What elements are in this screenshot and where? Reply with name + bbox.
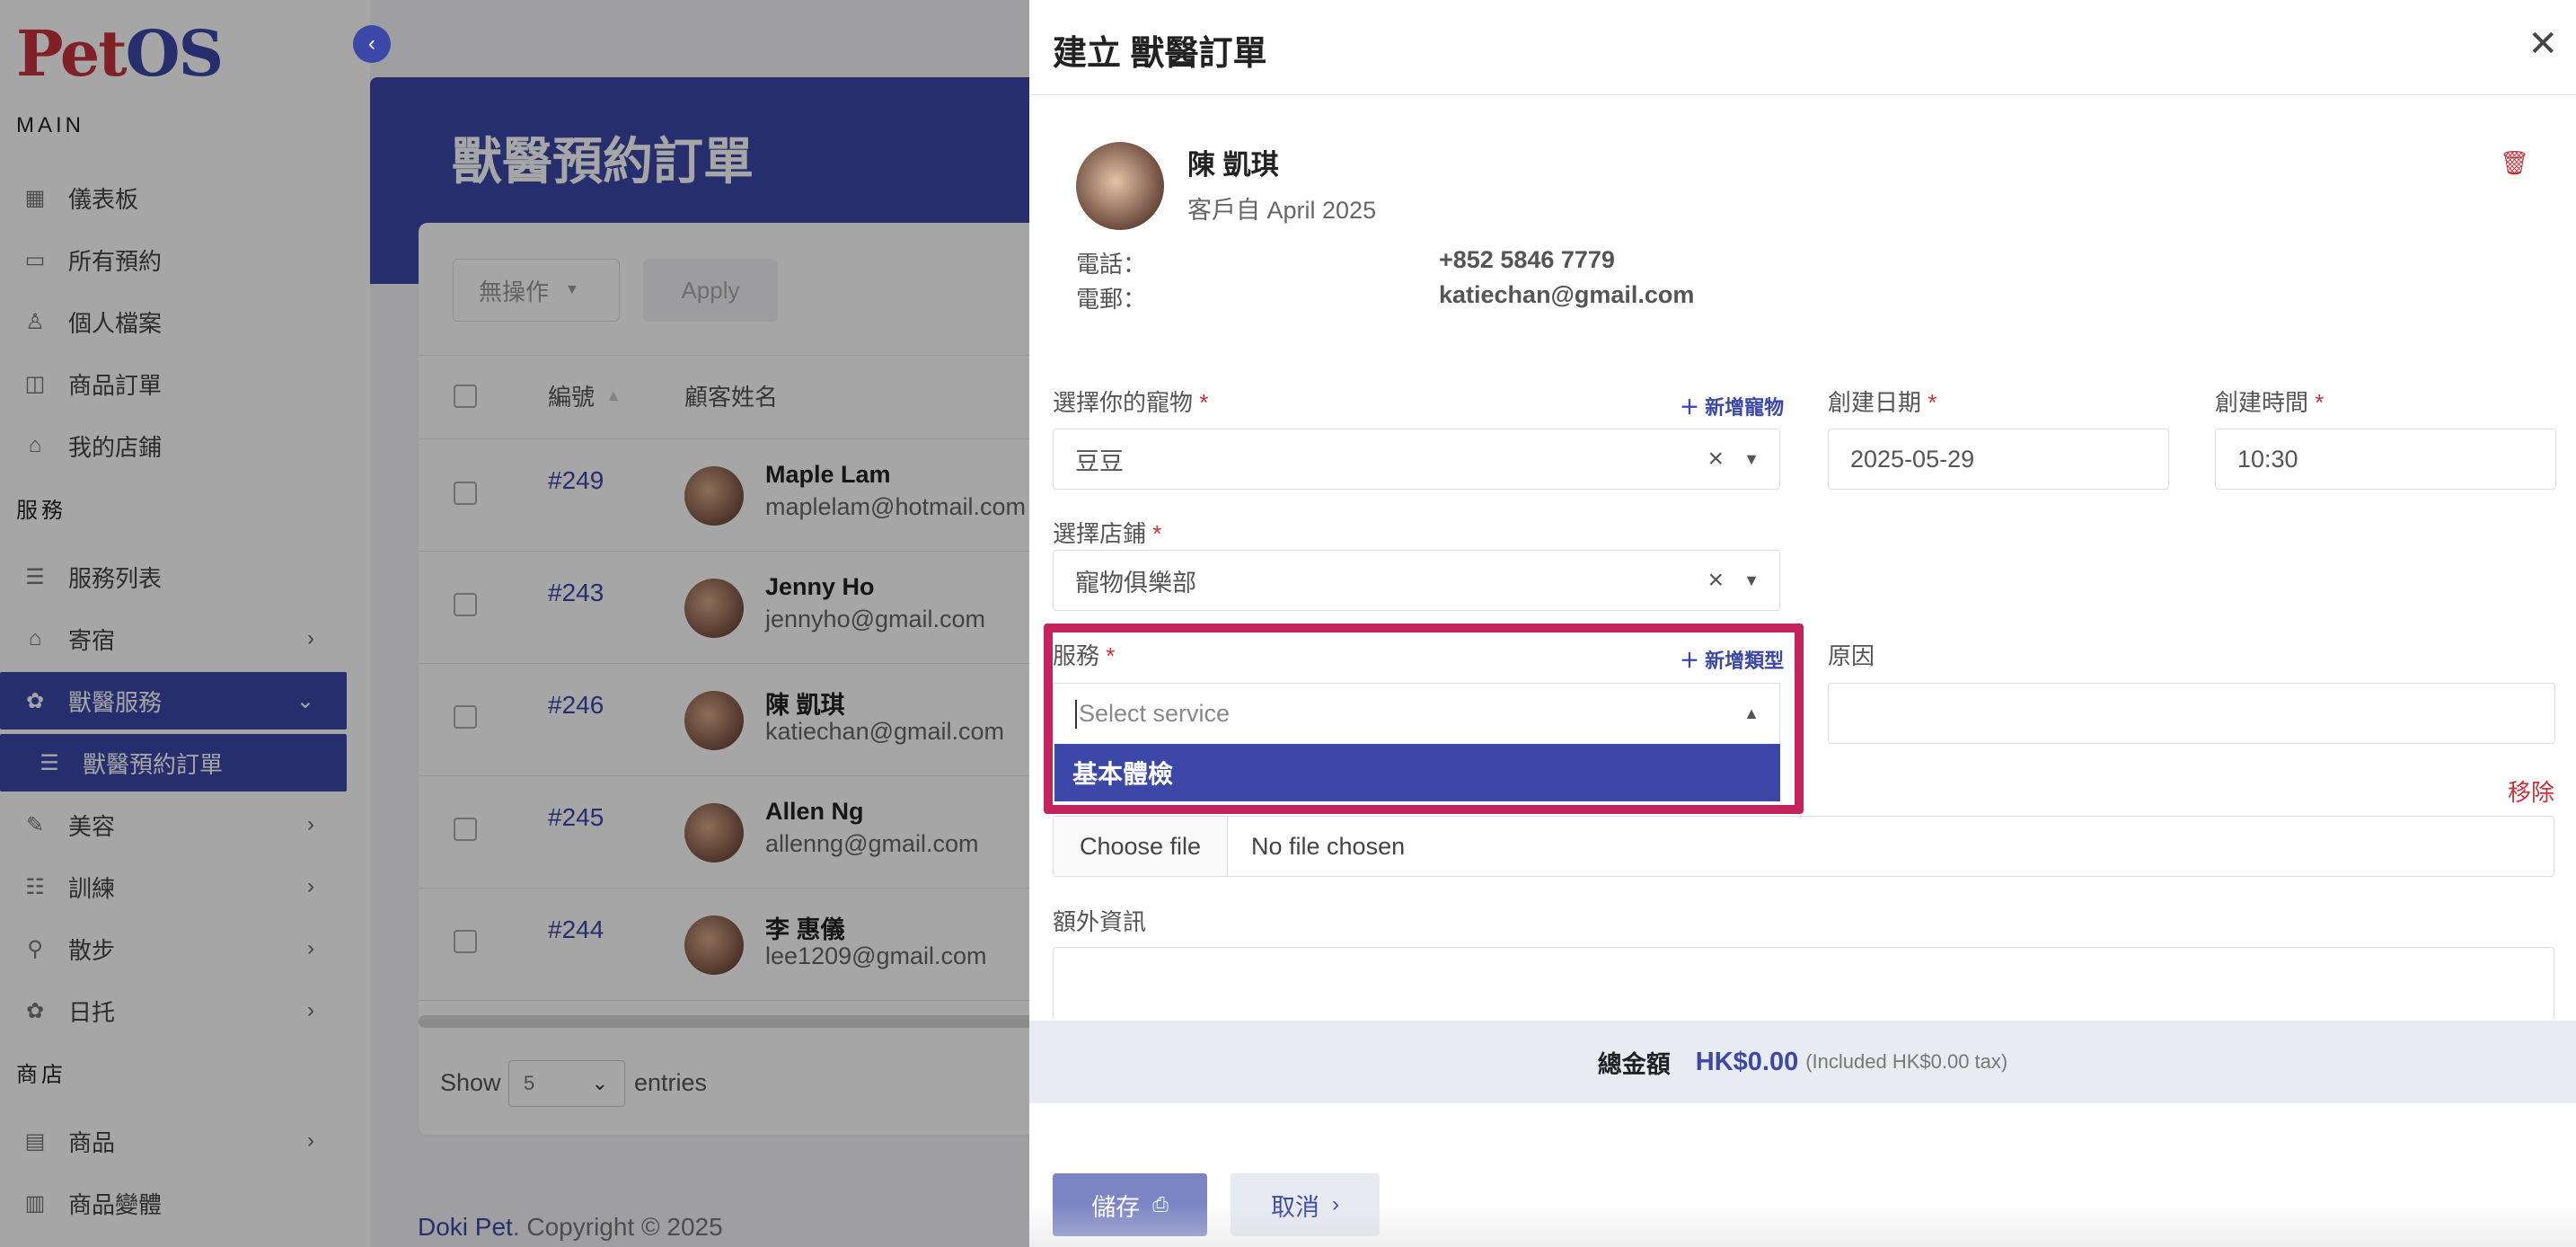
phone-label: 電話： — [1076, 251, 1147, 278]
date-input[interactable]: 2025-05-29 — [1828, 429, 2169, 490]
clear-icon[interactable]: × — [1707, 565, 1724, 596]
choose-file-button[interactable]: Choose file — [1054, 817, 1228, 876]
email-value: katiechan@gmail.com — [1439, 281, 1695, 308]
time-label: 創建時間 * — [2215, 389, 2325, 416]
customer-avatar — [1076, 142, 1164, 230]
pet-label: 選擇你的寵物 * — [1053, 389, 1209, 416]
close-icon[interactable]: ✕ — [2527, 23, 2558, 65]
trash-icon[interactable]: 🗑 — [2500, 149, 2529, 177]
extra-info-label: 額外資訊 — [1053, 908, 1147, 935]
pet-select[interactable]: 豆豆 × ▼ — [1053, 429, 1780, 490]
reason-label: 原因 — [1828, 642, 1875, 669]
email-label: 電郵： — [1076, 286, 1147, 313]
total-summary-bar: 總金額 HK$0.00 (Included HK$0.00 tax) — [1029, 1021, 2576, 1103]
date-label: 創建日期 * — [1828, 389, 1937, 416]
total-label: 總金額 — [1597, 1050, 1671, 1078]
drawer-title: 建立 獸醫訂單 — [1053, 35, 1267, 73]
customer-since: 客戶自 April 2025 — [1187, 197, 1377, 224]
reason-input[interactable] — [1828, 683, 2555, 744]
clear-icon[interactable]: × — [1707, 444, 1724, 474]
sidebar-collapse-button[interactable]: ‹ — [353, 25, 391, 63]
time-input[interactable]: 10:30 — [2215, 429, 2556, 490]
customer-name: 陳 凱琪 — [1187, 149, 1279, 181]
file-upload-input[interactable]: Choose file No file chosen — [1053, 816, 2554, 877]
focus-highlight-box — [1044, 624, 1804, 814]
total-value: HK$0.00 — [1695, 1047, 1799, 1076]
drawer-header: 建立 獸醫訂單 ✕ — [1029, 0, 2576, 95]
total-tax: (Included HK$0.00 tax) — [1805, 1050, 2008, 1073]
caret-down-icon: ▼ — [1743, 449, 1760, 468]
caret-down-icon: ▼ — [1743, 570, 1760, 589]
extra-info-textarea[interactable] — [1053, 947, 2554, 1019]
store-label: 選擇店鋪 * — [1053, 520, 1162, 547]
add-pet-link[interactable]: ＋ 新增寵物 — [1680, 392, 1784, 420]
phone-value: +852 5846 7779 — [1439, 246, 1615, 273]
chevron-left-icon: ‹ — [368, 31, 375, 56]
bottom-fade — [1029, 1204, 2576, 1247]
remove-file-link[interactable]: 移除 — [2508, 774, 2554, 808]
file-status-text: No file chosen — [1251, 833, 1406, 860]
store-select[interactable]: 寵物俱樂部 × ▼ — [1053, 550, 1780, 611]
modal-backdrop[interactable] — [0, 0, 1029, 1247]
